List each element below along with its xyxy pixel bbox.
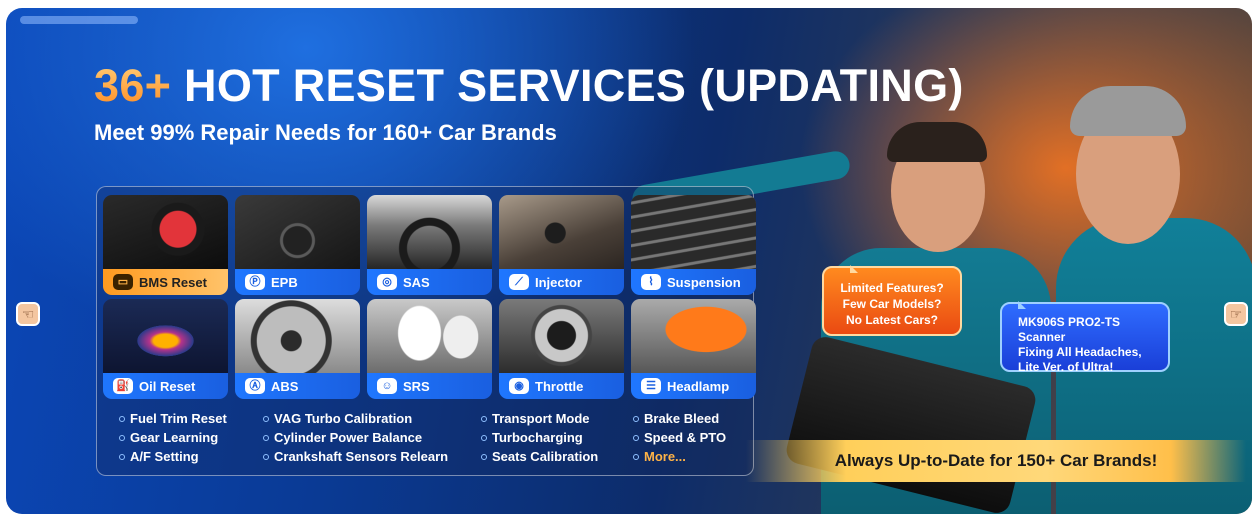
bubble-line: Lite Ver. of Ultra!	[1018, 360, 1114, 374]
page-subtitle: Meet 99% Repair Needs for 160+ Car Brand…	[94, 120, 557, 145]
solution-bubble: MK906S PRO2-TS Scanner Fixing All Headac…	[1000, 301, 1170, 374]
more-link[interactable]: More...	[633, 447, 726, 466]
title-accent: 36+	[94, 60, 172, 111]
service-label: SRS	[403, 378, 430, 394]
list-item: Cylinder Power Balance	[263, 428, 448, 447]
service-card-abs[interactable]: Ⓐ ABS	[235, 299, 360, 399]
service-card-headlamp[interactable]: ☰ Headlamp	[631, 299, 756, 399]
service-label: Oil Reset	[139, 378, 196, 394]
extra-services-col2: VAG Turbo Calibration Cylinder Power Bal…	[263, 409, 448, 466]
list-item: Seats Calibration	[481, 447, 598, 466]
service-card-sas[interactable]: ◎ SAS	[367, 195, 492, 295]
service-label: EPB	[271, 274, 298, 290]
promo-banner: 36+ HOT RESET SERVICES (UPDATING) Meet 9…	[6, 8, 1252, 514]
service-label: Headlamp	[667, 378, 730, 394]
bubble-line: No Latest Cars?	[845, 313, 939, 327]
service-card-suspension[interactable]: ⌇ Suspension	[631, 195, 756, 295]
problem-bubble: Limited Features? Few Car Models? No Lat…	[822, 265, 962, 336]
list-item: Brake Bleed	[633, 409, 726, 428]
page-title: 36+ HOT RESET SERVICES (UPDATING)	[94, 60, 964, 112]
service-card-srs[interactable]: ☺ SRS	[367, 299, 492, 399]
bubble-line: MK906S PRO2-TS Scanner	[1018, 315, 1121, 344]
service-card-bms-reset[interactable]: ▭ BMS Reset	[103, 195, 228, 295]
oil-reset-image	[103, 299, 228, 375]
services-panel: ▭ BMS Reset Ⓟ EPB ◎ SAS ⟋ Injector ⌇ Suspensi…	[96, 186, 756, 476]
next-arrow-icon[interactable]: ☞	[1224, 302, 1248, 326]
service-label: Throttle	[535, 378, 584, 394]
extra-services-col4: Brake Bleed Speed & PTO More...	[633, 409, 726, 466]
suspension-icon: ⌇	[641, 274, 661, 290]
list-item: Crankshaft Sensors Relearn	[263, 447, 448, 466]
top-decoration	[20, 16, 138, 24]
headlamp-image	[631, 299, 756, 375]
suspension-image	[631, 195, 756, 271]
service-label: Injector	[535, 274, 582, 290]
list-item: Speed & PTO	[633, 428, 726, 447]
bubble-line: Limited Features?	[840, 281, 944, 295]
bms-reset-image	[103, 195, 228, 271]
abs-image	[235, 299, 360, 375]
list-item: A/F Setting	[119, 447, 227, 466]
list-item: Transport Mode	[481, 409, 598, 428]
service-card-throttle[interactable]: ◉ Throttle	[499, 299, 624, 399]
service-card-epb[interactable]: Ⓟ EPB	[235, 195, 360, 295]
epb-image	[235, 195, 360, 271]
service-label: BMS Reset	[139, 274, 207, 290]
extra-services-col3: Transport Mode Turbocharging Seats Calib…	[481, 409, 598, 466]
bubble-line: Fixing All Headaches,	[1018, 345, 1142, 359]
service-label: ABS	[271, 378, 299, 394]
srs-image	[367, 299, 492, 375]
battery-icon: ▭	[113, 274, 133, 290]
airbag-icon: ☺	[377, 378, 397, 394]
service-card-injector[interactable]: ⟋ Injector	[499, 195, 624, 295]
list-item: Turbocharging	[481, 428, 598, 447]
steering-wheel-icon: ◎	[377, 274, 397, 290]
abs-icon: Ⓐ	[245, 378, 265, 394]
sas-image	[367, 195, 492, 271]
injector-image	[499, 195, 624, 271]
service-label: Suspension	[667, 274, 741, 290]
throttle-image	[499, 299, 624, 375]
parking-brake-icon: Ⓟ	[245, 274, 265, 290]
service-label: SAS	[403, 274, 430, 290]
title-text: HOT RESET SERVICES (UPDATING)	[184, 60, 964, 111]
bubble-line: Few Car Models?	[842, 297, 942, 311]
injector-icon: ⟋	[509, 274, 529, 290]
throttle-icon: ◉	[509, 378, 529, 394]
headlamp-icon: ☰	[641, 378, 661, 394]
service-card-oil-reset[interactable]: ⛽ Oil Reset	[103, 299, 228, 399]
extra-services-col1: Fuel Trim Reset Gear Learning A/F Settin…	[119, 409, 227, 466]
list-item: Gear Learning	[119, 428, 227, 447]
update-ribbon: Always Up-to-Date for 150+ Car Brands!	[746, 440, 1246, 482]
list-item: VAG Turbo Calibration	[263, 409, 448, 428]
prev-arrow-icon[interactable]: ☜	[16, 302, 40, 326]
list-item: Fuel Trim Reset	[119, 409, 227, 428]
oil-can-icon: ⛽	[113, 378, 133, 394]
